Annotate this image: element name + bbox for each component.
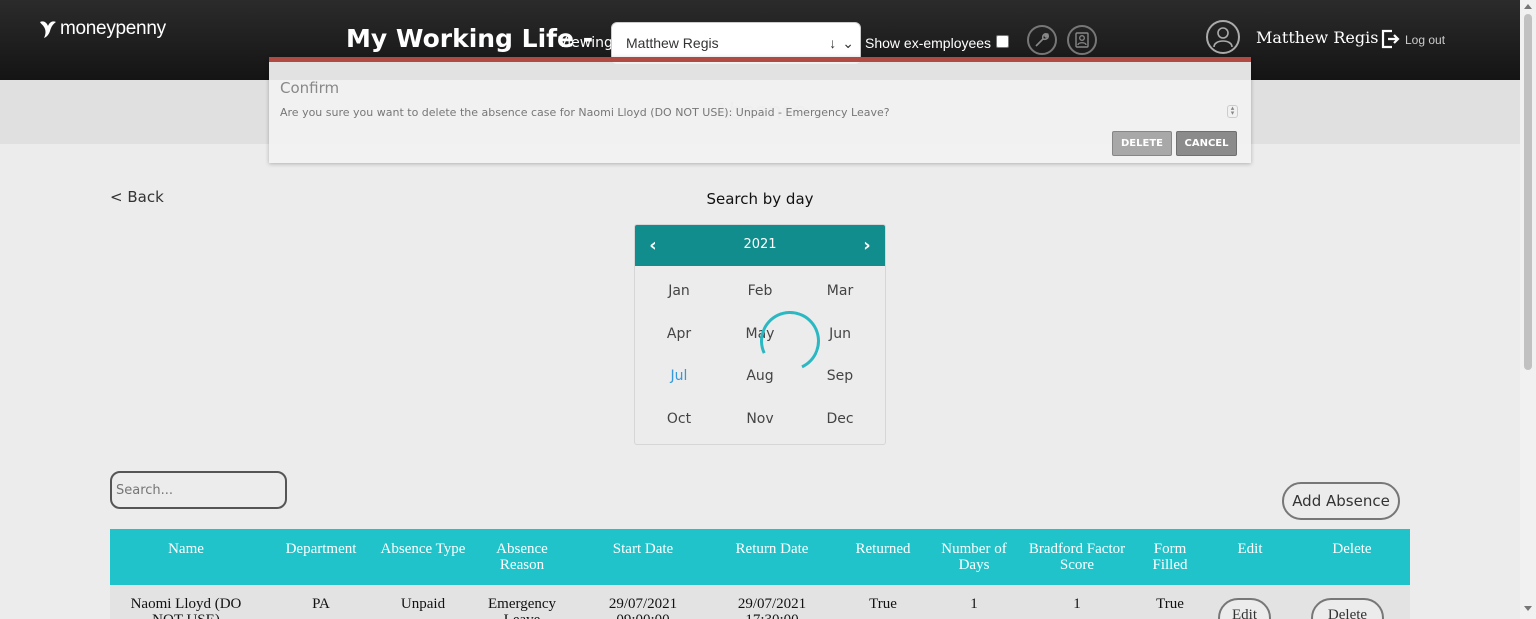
col-bradford-score: Bradford Factor Score [1028,541,1126,573]
cell-absence-reason: Emergency Leave [487,596,557,619]
chevron-down-icon: ⌄ [842,35,854,51]
select-arrows: ↓ ⌄ [829,35,854,52]
cell-return-date: 29/07/2021 17:30:00 [737,596,807,619]
back-link[interactable]: < Back [110,188,164,206]
viewing-label: Viewing [558,35,613,51]
confirm-dialog-title: Confirm [280,79,340,97]
calendar-month-mar[interactable]: Mar [800,283,880,299]
absence-table-header: Name Department Absence Type Absence Rea… [110,529,1410,585]
scroll-thumb[interactable] [1524,14,1532,370]
logo-text: moneypenny [60,18,166,39]
confirm-cancel-button[interactable]: CANCEL [1176,131,1237,156]
calendar-month-sep[interactable]: Sep [800,368,880,384]
delete-button[interactable]: Delete [1311,598,1384,619]
confirm-dialog-message: Are you sure you want to delete the abse… [280,106,890,119]
ex-employees-checkbox[interactable] [996,35,1009,48]
cell-bradford-score: 1 [1073,596,1081,612]
col-edit: Edit [1237,541,1263,557]
add-absence-button[interactable]: Add Absence [1282,482,1400,520]
page-scrollbar[interactable] [1520,0,1536,619]
table-row: Naomi Lloyd (DO NOT USE) PA Unpaid Emerg… [110,585,1410,619]
avatar-glyph [1213,27,1233,48]
scroll-down-icon[interactable] [1524,606,1532,611]
bird-logo-icon [40,21,56,38]
col-number-of-days: Number of Days [941,541,1007,573]
confirm-dialog: Confirm Are you sure you want to delete … [269,57,1251,163]
cell-department: PA [312,596,330,612]
logout-icon[interactable] [1380,28,1400,50]
ex-employees-label: Show ex-employees [865,35,992,51]
calendar-month-jan[interactable]: Jan [639,283,719,299]
arrow-down-icon: ↓ [829,35,837,51]
calendar-month-oct[interactable]: Oct [639,411,719,427]
col-form-filled: Form Filled [1152,541,1188,573]
search-by-day-label: Search by day [706,190,814,208]
moneypenny-logo[interactable]: moneypenny [38,18,166,40]
cell-name: Naomi Lloyd (DO NOT USE) [130,596,242,619]
col-department: Department [285,541,357,557]
calendar-month-nov[interactable]: Nov [720,411,800,427]
calendar-next-icon[interactable]: › [857,235,877,256]
calendar-month-apr[interactable]: Apr [639,326,719,342]
col-start-date: Start Date [612,541,674,557]
absence-search-input[interactable] [110,471,287,509]
app-title: My Working Life - [346,24,594,53]
cell-returned: True [869,596,897,612]
wrench-glyph [1035,33,1049,47]
col-absence-reason: Absence Reason [496,541,548,573]
profile-card-icon[interactable] [1067,25,1097,55]
col-returned: Returned [855,541,911,557]
logout-link[interactable]: Log out [1405,33,1445,47]
calendar-month-jul[interactable]: Jul [639,368,719,384]
user-avatar-icon[interactable] [1206,20,1240,54]
calendar-month-feb[interactable]: Feb [720,283,800,299]
calendar-month-dec[interactable]: Dec [800,411,880,427]
col-absence-type: Absence Type [380,541,466,557]
cell-start-date: 29/07/2021 09:00:00 [608,596,678,619]
cell-absence-type: Unpaid [400,596,446,612]
scroll-up-icon[interactable] [1524,4,1532,9]
col-delete: Delete [1332,541,1372,557]
confirm-delete-button[interactable]: DELETE [1112,131,1172,156]
cell-number-of-days: 1 [970,596,978,612]
employee-select-value: Matthew Regis [626,35,719,51]
profile-card-glyph [1075,32,1089,48]
col-name: Name [168,541,204,557]
col-return-date: Return Date [735,541,809,557]
cell-form-filled: True [1156,596,1184,612]
user-name[interactable]: Matthew Regis [1256,28,1378,47]
edit-button[interactable]: Edit [1218,598,1271,619]
calendar-header: ‹ 2021 › [635,225,885,266]
calendar-year[interactable]: 2021 [635,237,885,252]
dialog-scroll-icon[interactable]: ▴ ▾ [1227,105,1238,118]
wrench-icon[interactable] [1027,25,1057,55]
